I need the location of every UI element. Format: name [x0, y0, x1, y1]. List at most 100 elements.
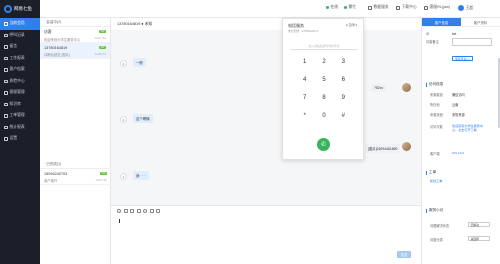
vip-badge: VIP — [98, 30, 106, 33]
transfer-icon[interactable] — [156, 208, 160, 213]
message-bubble: 我 · · · — [133, 171, 149, 180]
avatar: 1 — [120, 116, 127, 123]
list-item[interactable]: 13780164819 VIP 请稍后回复 [图片] 14:08:13 — [40, 43, 110, 59]
call-button[interactable]: ✆ — [317, 138, 330, 151]
user-menu[interactable]: 王超 — [458, 5, 473, 11]
customer-info-panel: 客户信息 客户资料 ID ket 访客备注 保存更多(+) 访问信息 来源渠道 … — [421, 18, 500, 264]
visitor-source-link[interactable]: 欢迎来到大学生服务中心，点击打开了解 — [452, 124, 486, 132]
vip-badge: VIP — [98, 46, 106, 49]
key-6[interactable]: 6 — [334, 73, 353, 86]
online-status[interactable]: 在线 — [326, 5, 338, 10]
avatar: 1 — [120, 60, 127, 67]
sidebar-item-stats[interactable]: 统计报表 — [0, 122, 40, 134]
key-1[interactable]: 1 — [295, 55, 314, 68]
tab-customer-profile[interactable]: 客户资料 — [461, 18, 500, 26]
list-item[interactable]: 访客 VIP 欢迎来到大学生服务中心 14:07:34 — [40, 27, 110, 43]
top-bar: 网易七鱼 在线 繁忙 数据服务 下载中心 客服RL(jaw) 王超 — [0, 0, 500, 18]
chart-icon — [4, 125, 8, 129]
dial-number-input[interactable]: 输入或粘贴要呼叫的号码 — [291, 44, 357, 50]
conversation-list: · 会话中(2) 访客 VIP 欢迎来到大学生服务中心 14:07:34 137… — [40, 18, 111, 264]
emoji-icon[interactable] — [117, 208, 121, 213]
message-area: 1 一般 1 这个啊懂 1 我 · · · ?52xx [图片]15094461… — [111, 30, 421, 205]
send-button[interactable]: 发送 — [397, 251, 411, 258]
key-3[interactable]: 3 — [334, 55, 353, 68]
sidebar-item-messages[interactable]: 留言 — [0, 41, 40, 53]
key-7[interactable]: 7 — [295, 91, 314, 104]
download-icon — [396, 5, 400, 10]
message-icon — [4, 45, 8, 49]
list-item[interactable]: 15094240703 VIP 用户离开 14:07:20 — [40, 169, 111, 185]
book-icon — [4, 102, 8, 106]
avatar: 1 — [120, 173, 127, 180]
sidebar-item-contacts[interactable]: 客户档案 — [0, 64, 40, 76]
busy-status[interactable]: 繁忙 — [344, 5, 356, 10]
ticket-section: 工单 — [426, 170, 436, 175]
key-4[interactable]: 4 — [295, 73, 314, 86]
dialer-status[interactable]: ● 空闲 ▾ — [346, 23, 357, 27]
visitor-info-section: 访问信息 — [426, 82, 443, 87]
phone-icon: ✆ — [320, 142, 327, 148]
message-input[interactable]: 发送 — [111, 215, 421, 264]
report-icon — [4, 56, 8, 60]
text-caret — [119, 219, 120, 223]
history-icon[interactable] — [143, 208, 147, 213]
sidebar-item-quality[interactable]: 质检中心 — [0, 76, 40, 88]
gear-icon — [4, 137, 8, 141]
editor-toolbar — [111, 205, 421, 215]
chat-title: 13780164819 ● 未知 — [117, 22, 153, 26]
keypad: 1 2 3 4 5 6 7 8 9 * 0 # — [295, 55, 353, 122]
file-icon[interactable] — [136, 208, 141, 213]
busy-dot-icon — [344, 6, 347, 9]
visitor-note-input[interactable] — [452, 38, 492, 46]
avatar — [402, 83, 411, 92]
key-hash[interactable]: # — [334, 109, 353, 122]
online-dot-icon — [326, 6, 329, 9]
avatar — [458, 5, 464, 11]
phone-icon — [4, 33, 8, 37]
message-bubble: ?52xx — [371, 84, 387, 92]
avatar — [402, 142, 411, 151]
key-2[interactable]: 2 — [314, 55, 333, 68]
message-bubble: 一般 — [133, 58, 146, 67]
sidebar-item-settings[interactable]: 设置 — [0, 133, 40, 145]
sidebar-item-tickets[interactable]: 工单管理 — [0, 110, 40, 122]
sidebar-item-knowledge[interactable]: 知识库 — [0, 99, 40, 111]
sidebar-item-admin[interactable]: 客服管理 — [0, 87, 40, 99]
resolve-status-select[interactable]: 已解决 — [468, 222, 490, 227]
scrollbar[interactable] — [498, 58, 500, 128]
sidebar-item-reports[interactable]: 工作报表 — [0, 53, 40, 65]
app-logo: 网易七鱼 — [0, 0, 40, 18]
key-star[interactable]: * — [295, 109, 314, 122]
gear-icon — [368, 5, 372, 10]
scissors-icon[interactable] — [130, 208, 134, 213]
key-9[interactable]: 9 — [334, 91, 353, 104]
key-5[interactable]: 5 — [314, 73, 333, 86]
key-8[interactable]: 8 — [314, 91, 333, 104]
issue-category-select[interactable]: 请选择 — [468, 236, 490, 241]
key-0[interactable]: 0 — [314, 109, 333, 122]
contact-icon — [4, 68, 8, 72]
data-service-link[interactable]: 数据服务 — [368, 5, 389, 10]
app-name: 网易七鱼 — [14, 6, 32, 11]
dialer-line[interactable]: 未分配线 · 4783/02/09 ▾ — [288, 29, 318, 33]
service-summary-section: 服务小记 — [426, 208, 443, 213]
logo-icon — [4, 5, 12, 13]
rating-icon[interactable] — [149, 208, 154, 213]
new-ticket-link[interactable]: 新建工单 — [430, 178, 442, 183]
download-center-link[interactable]: 下载中心 — [396, 5, 417, 10]
sidebar-item-current-session[interactable]: 当前会话 — [0, 18, 40, 30]
save-more-button[interactable]: 保存更多(+) — [452, 56, 473, 61]
info-tabs: 客户信息 客户资料 — [422, 18, 500, 27]
chat-icon — [4, 22, 8, 26]
message-bubble: 这个啊懂 — [133, 114, 153, 123]
ended-sessions-header[interactable]: · 已完成(1) — [40, 160, 111, 169]
agent-account[interactable]: 客服RL(jaw) — [424, 5, 450, 10]
user-icon — [424, 5, 428, 10]
sidebar-item-call-records[interactable]: 呼叫记录 — [0, 30, 40, 42]
sidebar: 当前会话 呼叫记录 留言 工作报表 客户档案 质检中心 客服管理 知识库 工单管… — [0, 18, 40, 264]
check-icon — [4, 79, 8, 83]
tab-customer-info[interactable]: 客户信息 — [422, 18, 461, 26]
chat-panel: 13780164819 ● 未知 1 一般 1 这个啊懂 1 我 · · · ?… — [111, 18, 421, 264]
image-icon[interactable] — [123, 208, 128, 213]
current-sessions-header[interactable]: · 会话中(2) — [40, 18, 110, 27]
